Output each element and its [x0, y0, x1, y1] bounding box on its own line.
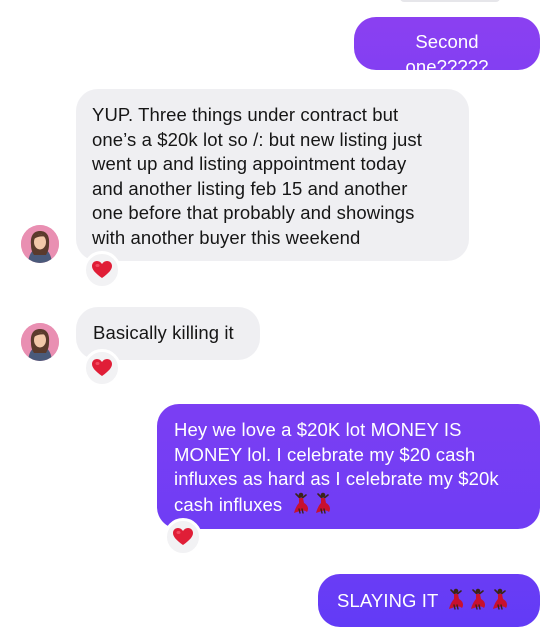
- message-line: influxes as hard as I celebrate my $20k: [174, 468, 499, 489]
- avatar[interactable]: [21, 323, 59, 361]
- message-text: SLAYING IT: [337, 590, 439, 611]
- heart-icon: [92, 261, 112, 278]
- heart-icon: [173, 528, 193, 545]
- message-line: MONEY lol. I celebrate my $20 cash: [174, 443, 476, 465]
- message-line: cash influxes: [174, 493, 283, 515]
- outgoing-message-bubble[interactable]: Hey we love a $20K lot MONEY IS MONEY lo…: [157, 404, 540, 529]
- outgoing-message-bubble[interactable]: Second one?????: [354, 17, 540, 77]
- avatar-photo-icon: [21, 323, 59, 361]
- message-text: Second one?????: [405, 31, 489, 77]
- avatar-photo-icon: [21, 225, 59, 263]
- message-line: went up and listing appointment today: [92, 153, 407, 174]
- reaction-badge[interactable]: [83, 251, 121, 289]
- heart-icon: [92, 359, 112, 376]
- dancer-icon: [493, 588, 508, 610]
- message-line: and another listing feb 15 and another: [92, 177, 408, 199]
- dancer-icon: [471, 588, 486, 610]
- message-text: Basically killing it: [93, 322, 234, 343]
- message-line: Hey we love a $20K lot MONEY IS: [174, 419, 462, 440]
- previous-message-edge: [400, 0, 500, 2]
- dancer-icon: [449, 588, 464, 610]
- reaction-badge[interactable]: [83, 349, 121, 387]
- dancer-icon: [293, 492, 308, 514]
- message-line: one’s a $20k lot so /: but new listing j…: [92, 128, 422, 150]
- message-line: with another buyer this weekend: [92, 226, 361, 248]
- incoming-message-bubble[interactable]: YUP. Three things under contract but one…: [76, 89, 469, 261]
- message-thread: Second one????? YUP. Three things under …: [0, 0, 550, 632]
- message-line: one before that probably and showings: [92, 202, 415, 223]
- reaction-badge[interactable]: [164, 518, 202, 556]
- outgoing-message-bubble[interactable]: SLAYING IT: [318, 574, 540, 627]
- dancer-icon: [315, 492, 330, 514]
- message-line: YUP. Three things under contract but: [92, 104, 399, 125]
- message-line-last: cash influxes: [174, 492, 524, 518]
- avatar[interactable]: [21, 225, 59, 263]
